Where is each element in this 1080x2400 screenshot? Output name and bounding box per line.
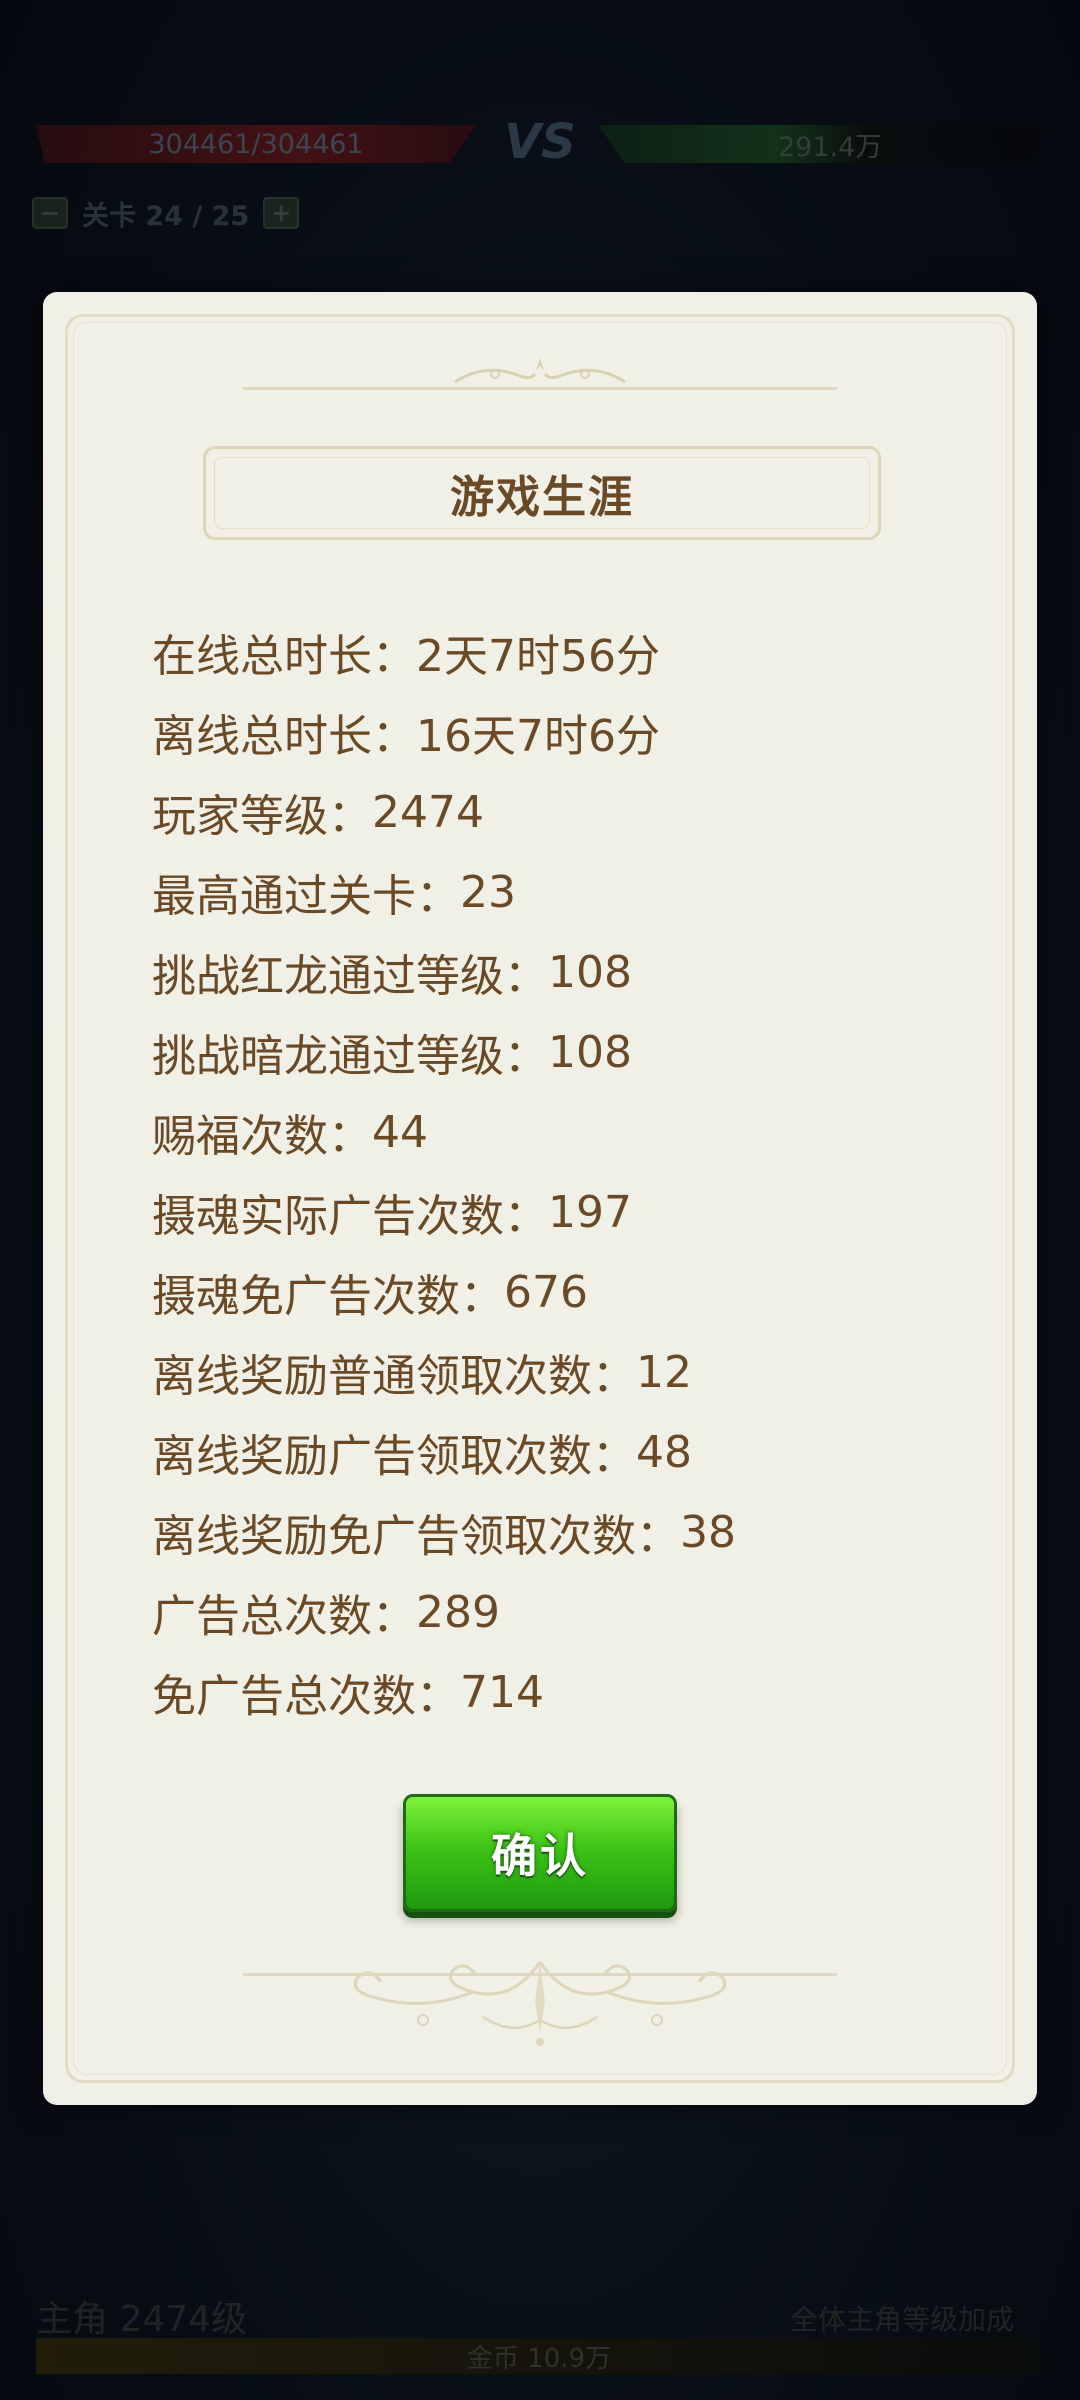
stat-value: 289	[416, 1586, 500, 1638]
career-stat-row: 离线奖励免广告领取次数： 38	[152, 1492, 952, 1572]
career-stat-row: 在线总时长： 2天7时56分	[152, 612, 952, 692]
stat-value: 38	[680, 1506, 736, 1558]
bottom-scroll-ornament-icon	[353, 1961, 727, 2046]
confirm-button[interactable]: 确认	[403, 1794, 677, 1912]
stat-label: 玩家等级：	[152, 791, 372, 842]
stat-value: 23	[460, 866, 516, 918]
dialog-title: 游戏生涯	[450, 472, 634, 523]
stat-value: 2474	[372, 786, 484, 838]
stat-value: 108	[548, 1026, 632, 1078]
career-stat-row: 广告总次数： 289	[152, 1572, 952, 1652]
stage-next-button[interactable]: +	[263, 197, 300, 229]
top-flourish-icon	[454, 358, 626, 384]
stat-value: 16天7时6分	[416, 711, 660, 762]
stage-selector: − 关卡 24 / 25 +	[32, 195, 300, 232]
hero-exp-text: 金币 10.9万	[466, 2343, 612, 2374]
stat-label: 赐福次数：	[152, 1111, 372, 1162]
stat-value: 197	[548, 1186, 632, 1238]
hero-bonus-text: 全体主角等级加成	[790, 2303, 1015, 2336]
stat-value: 48	[636, 1426, 692, 1478]
career-stat-row: 离线总时长： 16天7时6分	[152, 692, 952, 772]
enemy-hp-bar: 291.4万	[598, 125, 1044, 163]
player-hp-text: 304461/304461	[148, 128, 364, 160]
career-stats-list: 在线总时长： 2天7时56分 离线总时长： 16天7时6分 玩家等级： 2474 最高通过关…	[152, 612, 952, 1732]
stat-label: 摄魂免广告次数：	[152, 1271, 504, 1322]
career-stat-row: 玩家等级： 2474	[152, 772, 952, 852]
stat-value: 676	[504, 1266, 588, 1318]
enemy-hp-text: 291.4万	[778, 131, 883, 163]
stat-label: 在线总时长：	[152, 631, 416, 682]
stat-label: 离线奖励广告领取次数：	[152, 1431, 636, 1482]
career-dialog: 游戏生涯 在线总时长： 2天7时56分 离线总时长： 16天7时6分 玩家等级： 2474…	[43, 292, 1037, 2105]
stat-label: 离线奖励普通领取次数：	[152, 1351, 636, 1402]
stat-label: 挑战红龙通过等级：	[152, 951, 548, 1002]
stat-label: 摄魂实际广告次数：	[152, 1191, 548, 1242]
career-stat-row: 挑战红龙通过等级： 108	[152, 932, 952, 1012]
career-stat-row: 离线奖励广告领取次数： 48	[152, 1412, 952, 1492]
career-stat-row: 最高通过关卡： 23	[152, 852, 952, 932]
stat-value: 2天7时56分	[416, 631, 660, 682]
stat-value: 12	[636, 1346, 692, 1398]
hero-exp-bar: 金币 10.9万	[36, 2338, 1042, 2374]
stat-value: 108	[548, 946, 632, 998]
vs-label: VS	[504, 114, 576, 170]
hero-name: 主角 2474级	[36, 2299, 248, 2340]
stage-prev-button[interactable]: −	[32, 197, 68, 229]
stat-value: 44	[372, 1106, 428, 1158]
stat-value: 714	[460, 1666, 544, 1718]
career-stat-row: 摄魂实际广告次数： 197	[152, 1172, 952, 1252]
stat-label: 广告总次数：	[152, 1591, 416, 1642]
career-stat-row: 挑战暗龙通过等级： 108	[152, 1012, 952, 1092]
stage-label: 关卡 24 / 25	[82, 200, 250, 232]
stat-label: 离线奖励免广告领取次数：	[152, 1511, 680, 1562]
stat-label: 挑战暗龙通过等级：	[152, 1031, 548, 1082]
career-stat-row: 离线奖励普通领取次数： 12	[152, 1332, 952, 1412]
stat-label: 免广告总次数：	[152, 1671, 460, 1722]
career-stat-row: 免广告总次数： 714	[152, 1652, 952, 1732]
stat-label: 离线总时长：	[152, 711, 416, 762]
career-stat-row: 摄魂免广告次数： 676	[152, 1252, 952, 1332]
career-stat-row: 赐福次数： 44	[152, 1092, 952, 1172]
player-hp-bar: 304461/304461	[36, 125, 476, 163]
dialog-title-box: 游戏生涯	[203, 446, 881, 540]
stat-label: 最高通过关卡：	[152, 871, 460, 922]
